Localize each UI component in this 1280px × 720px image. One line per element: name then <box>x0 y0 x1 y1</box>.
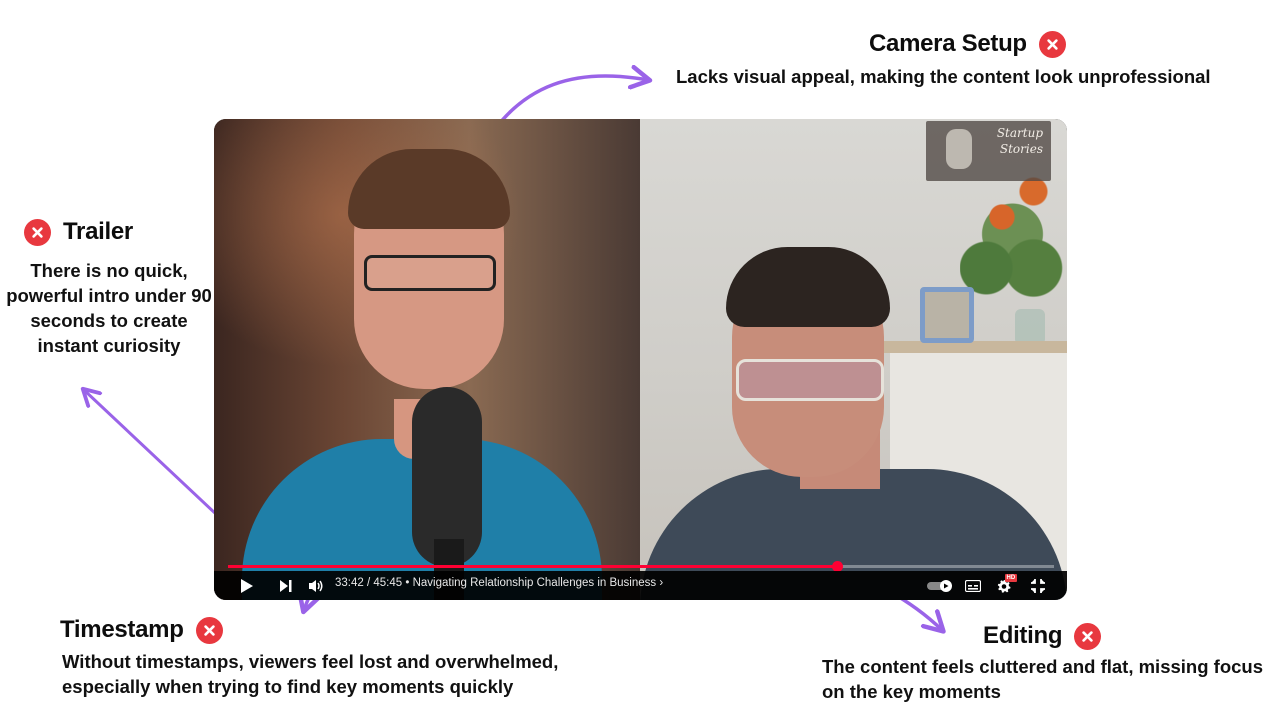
duration: 45:45 <box>373 577 403 589</box>
close-x-icon <box>195 616 223 644</box>
camera-setup-label: Camera Setup <box>869 30 1027 57</box>
camera-setup-title: Camera Setup <box>869 30 1066 58</box>
editing-description: The content feels cluttered and flat, mi… <box>822 656 1263 702</box>
photo-frame <box>920 287 974 343</box>
volume-button[interactable] <box>304 571 328 600</box>
autoplay-toggle-icon <box>927 579 952 592</box>
microphone-icon <box>946 129 972 169</box>
time-and-chapter[interactable]: 33:42 / 45:45 • Navigating Relationship … <box>335 577 663 589</box>
timestamp-description: Without timestamps, viewers feel lost an… <box>62 651 559 697</box>
video-player[interactable]: Startup Stories 33:42 / 45:45 • Navigati… <box>214 119 1067 600</box>
watermark-line-2: Stories <box>999 142 1043 156</box>
timestamp-label: Timestamp <box>60 616 184 643</box>
chapter-chevron-icon[interactable]: › <box>659 577 663 589</box>
trailer-title: Trailer <box>24 218 133 246</box>
next-icon <box>280 579 292 592</box>
subtitles-button[interactable] <box>962 571 984 600</box>
editing-title: Editing <box>983 622 1102 650</box>
trailer-label: Trailer <box>63 218 133 245</box>
volume-icon <box>309 579 323 592</box>
trailer-description: There is no quick, powerful intro under … <box>6 260 212 356</box>
player-control-bar: 33:42 / 45:45 • Navigating Relationship … <box>214 571 1067 600</box>
close-x-icon <box>1074 622 1102 650</box>
hd-badge: HD <box>1005 574 1017 582</box>
editing-label: Editing <box>983 622 1063 649</box>
camera-setup-description: Lacks visual appeal, making the content … <box>676 66 1211 87</box>
channel-watermark: Startup Stories <box>926 121 1051 181</box>
exit-fullscreen-icon <box>1031 578 1045 593</box>
subtitles-icon <box>965 579 981 592</box>
next-button[interactable] <box>274 571 298 600</box>
close-x-icon <box>24 218 51 246</box>
current-time: 33:42 <box>335 577 364 589</box>
progress-played <box>228 565 837 568</box>
play-button[interactable] <box>234 571 260 600</box>
settings-button[interactable]: HD <box>992 571 1017 600</box>
chapter-bullet: • <box>402 577 413 589</box>
guest-video-pane <box>640 119 1067 600</box>
watermark-line-1: Startup <box>996 126 1043 140</box>
host-video-pane <box>214 119 640 600</box>
close-x-icon <box>1038 30 1066 58</box>
progress-bar[interactable] <box>228 561 1054 572</box>
play-icon <box>241 578 253 593</box>
autoplay-toggle[interactable] <box>926 571 954 600</box>
chapter-title[interactable]: Navigating Relationship Challenges in Bu… <box>413 577 657 589</box>
time-separator: / <box>363 577 374 589</box>
exit-fullscreen-button[interactable] <box>1026 571 1050 600</box>
timestamp-title: Timestamp <box>60 616 223 644</box>
